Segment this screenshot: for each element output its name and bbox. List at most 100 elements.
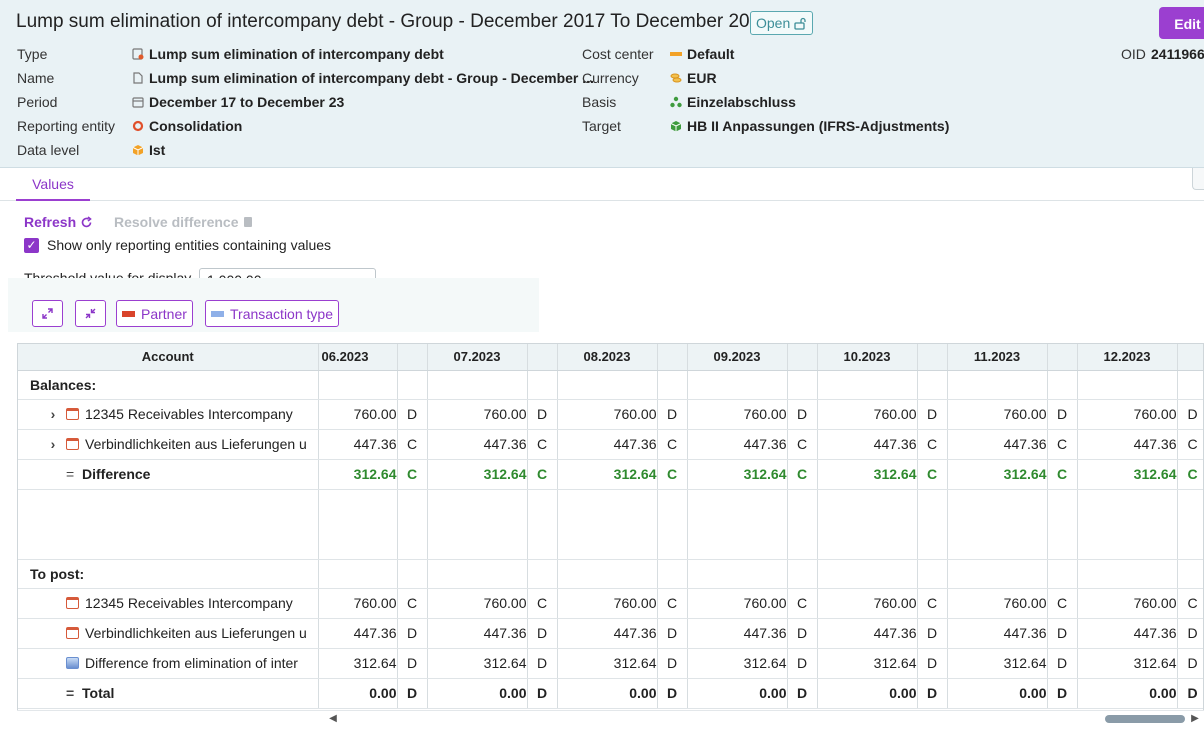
column-header-07-2023[interactable]: 07.2023	[427, 344, 528, 371]
value-cell: 0.00	[817, 678, 918, 709]
reporting-entity-text: Consolidation	[149, 118, 243, 134]
expand-all-button[interactable]	[32, 300, 63, 327]
debit-credit-cell: D	[397, 648, 428, 679]
transaction-type-label: Transaction type	[230, 305, 333, 322]
resolve-difference-button[interactable]: Resolve difference	[114, 214, 253, 230]
account-label: Total	[82, 685, 115, 701]
debit-credit-cell: D	[397, 399, 428, 430]
oid-label: OID	[1121, 46, 1146, 62]
debit-credit-cell: D	[787, 678, 818, 709]
value-cell: 312.64	[687, 459, 788, 490]
debit-credit-cell: D	[1177, 399, 1203, 430]
table-row[interactable]: = Difference 312.64 C 312.64 C 312.64 C 312.64 C 3…	[18, 459, 1203, 490]
table-row[interactable]: › Verbindlichkeiten aus Lieferungen u 447.…	[18, 429, 1203, 460]
type-text: Lump sum elimination of intercompany deb…	[149, 46, 444, 62]
debit-credit-cell: C	[657, 588, 688, 619]
value-cell: 447.36	[318, 429, 398, 460]
debit-credit-cell: C	[397, 429, 428, 460]
debit-credit-cell: D	[657, 399, 688, 430]
collapse-all-button[interactable]	[75, 300, 106, 327]
partner-button[interactable]: Partner	[116, 300, 193, 327]
account-label: 12345 Receivables Intercompany	[85, 406, 293, 422]
debit-credit-cell: C	[1177, 459, 1203, 490]
value-cell: 447.36	[687, 618, 788, 649]
show-only-checkbox[interactable]: ✓	[24, 237, 39, 253]
table-row[interactable]: = Total 0.00 D 0.00 D 0.00 D 0.00 D 0.00 D 0.00 D 0.00…	[18, 678, 1203, 709]
expand-chevron-icon[interactable]: ›	[46, 436, 60, 452]
transaction-type-button[interactable]: Transaction type	[205, 300, 339, 327]
value-cell: 312.64	[318, 459, 398, 490]
column-header-11-2023[interactable]: 11.2023	[947, 344, 1048, 371]
scroll-right-arrow-icon[interactable]: ▶	[1189, 712, 1201, 726]
status-label: Open	[756, 15, 791, 31]
column-header-09-2023[interactable]: 09.2023	[687, 344, 788, 371]
show-only-filter[interactable]: ✓ Show only reporting entities containin…	[24, 237, 331, 253]
value-cell: 447.36	[947, 429, 1048, 460]
table-row[interactable]: Verbindlichkeiten aus Lieferungen u 447.3…	[18, 618, 1203, 649]
debit-credit-cell: C	[787, 588, 818, 619]
debit-credit-cell: D	[917, 648, 948, 679]
partner-swatch	[122, 310, 135, 317]
status-badge[interactable]: Open	[750, 11, 814, 35]
debit-credit-cell: C	[917, 588, 948, 619]
value-cell: 447.36	[1077, 429, 1178, 460]
expand-chevron-icon[interactable]: ›	[46, 406, 60, 422]
data-level-value: Ist	[132, 142, 165, 158]
table-row[interactable]: › 12345 Receivables Intercompany 760.00 D 76…	[18, 399, 1203, 430]
value-cell: 312.64	[557, 459, 658, 490]
debit-credit-cell: D	[657, 678, 688, 709]
value-cell: 312.64	[1077, 459, 1178, 490]
column-header-12-2023[interactable]: 12.2023	[1077, 344, 1178, 371]
account-column-header[interactable]: Account	[18, 344, 319, 371]
value-cell: 0.00	[318, 678, 398, 709]
value-cell: 0.00	[557, 678, 658, 709]
panel-toggle[interactable]	[1192, 168, 1204, 190]
debit-credit-cell: C	[527, 459, 558, 490]
edit-button[interactable]: Edit	[1159, 7, 1204, 39]
horizontal-scrollbar[interactable]: ◀ ▶	[17, 710, 1204, 726]
debit-credit-cell: D	[527, 678, 558, 709]
expand-icon	[42, 308, 53, 319]
tab-values[interactable]: Values	[16, 176, 90, 201]
value-cell: 447.36	[318, 618, 398, 649]
target-value: HB II Anpassungen (IFRS-Adjustments)	[670, 118, 949, 134]
value-cell: 312.64	[318, 648, 398, 679]
scroll-left-arrow-icon[interactable]: ◀	[327, 712, 339, 726]
refresh-button[interactable]: Refresh	[24, 214, 93, 230]
grid-header-row: Account 06.2023 07.2023 08.2023 09.2023 …	[18, 344, 1203, 371]
table-row[interactable]: 12345 Receivables Intercompany 760.00 C 760…	[18, 588, 1203, 619]
debit-credit-cell: C	[397, 588, 428, 619]
debit-credit-cell: C	[787, 459, 818, 490]
value-cell: 760.00	[947, 399, 1048, 430]
value-cell: 312.64	[947, 459, 1048, 490]
tab-bar: Values	[0, 168, 1204, 201]
value-cell: 0.00	[1077, 678, 1178, 709]
currency-value: EUR	[670, 70, 717, 86]
table-row[interactable]: Difference from elimination of inter 312.…	[18, 648, 1203, 679]
account-cell: = Difference	[18, 459, 319, 490]
page-title: Lump sum elimination of intercompany deb…	[16, 11, 771, 32]
structure-icon	[670, 96, 682, 108]
column-header-08-2023[interactable]: 08.2023	[557, 344, 658, 371]
debit-credit-cell: C	[1047, 429, 1078, 460]
value-cell: 760.00	[318, 399, 398, 430]
document-icon	[66, 408, 79, 420]
document-icon	[133, 72, 143, 84]
account-label: Difference	[82, 466, 151, 482]
show-only-label: Show only reporting entities containing …	[47, 237, 332, 253]
column-header-06-2023[interactable]: 06.2023	[318, 344, 398, 371]
value-cell: 447.36	[817, 618, 918, 649]
debit-credit-cell: D	[787, 618, 818, 649]
document-icon	[66, 438, 79, 450]
column-header-10-2023[interactable]: 10.2023	[817, 344, 918, 371]
debit-credit-cell: C	[917, 429, 948, 460]
debit-credit-cell: C	[1177, 588, 1203, 619]
debit-credit-cell: D	[397, 678, 428, 709]
debit-credit-cell: D	[527, 618, 558, 649]
scrollbar-thumb[interactable]	[1105, 715, 1185, 723]
value-cell: 447.36	[1077, 618, 1178, 649]
account-cell: = Total	[18, 678, 319, 709]
debit-credit-cell: C	[527, 429, 558, 460]
cost-center-label: Cost center	[582, 46, 654, 62]
calculator-icon	[132, 48, 144, 60]
